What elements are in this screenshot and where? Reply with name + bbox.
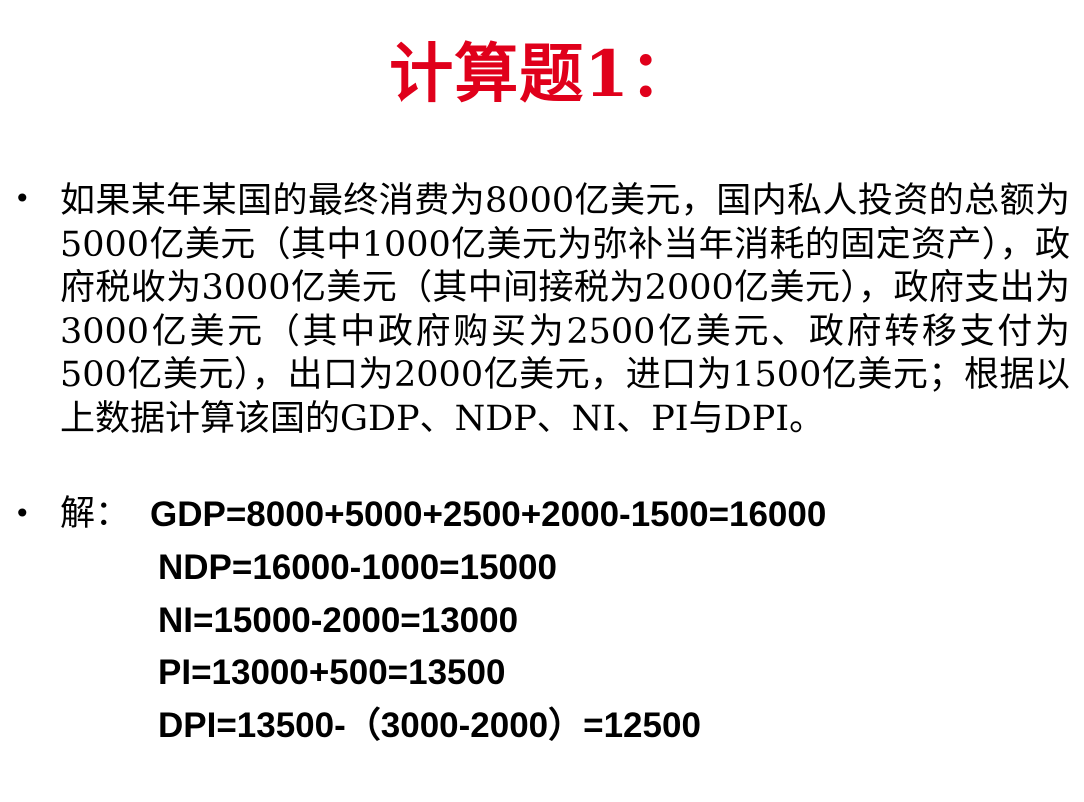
slide-title: 计算题1：: [389, 37, 695, 112]
equation-ndp: NDP=16000-1000=15000: [158, 548, 557, 587]
equation-gdp: GDP=8000+5000+2500+2000-1500=16000: [150, 495, 827, 534]
slide: 计算题1： • 如果某年某国的最终消费为8000亿美元，国内私人投资的总额为50…: [0, 0, 1084, 802]
answer-label: 解：: [60, 494, 131, 534]
equation-pi: PI=13000+500=13500: [158, 653, 506, 692]
bullet-marker-problem: •: [14, 182, 31, 215]
equation-ni: NI=15000-2000=13000: [158, 601, 519, 640]
bullet-marker-answer: •: [14, 497, 31, 530]
problem-text: 如果某年某国的最终消费为8000亿美元，国内私人投资的总额为5000亿美元（其中…: [60, 181, 1070, 439]
equation-dpi: DPI=13500-（3000-2000）=12500: [158, 706, 701, 745]
